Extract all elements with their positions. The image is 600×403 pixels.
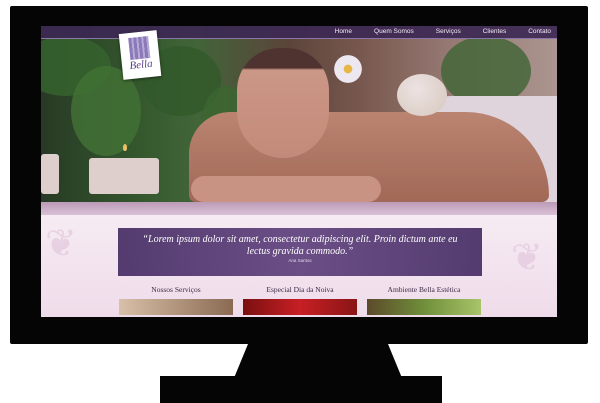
monitor-stand-neck (234, 344, 402, 378)
monitor-frame: Home Quem Somos Serviços Clientes Contat… (10, 6, 588, 344)
nav-item-contato[interactable]: Contato (528, 26, 551, 38)
monitor-stand-base (160, 376, 442, 403)
website-screen: Home Quem Somos Serviços Clientes Contat… (41, 26, 557, 317)
nav-item-clientes[interactable]: Clientes (483, 26, 506, 38)
section-dia-da-noiva[interactable]: Especial Dia da Noiva (243, 285, 357, 315)
decorative-swirl: ❦ (45, 223, 77, 265)
logo-text: Bella (128, 57, 154, 73)
nav-item-servicos[interactable]: Serviços (436, 26, 461, 38)
nav-item-home[interactable]: Home (335, 26, 352, 38)
content-area: ❦ ❦ “Lorem ipsum dolor sit amet, consect… (41, 215, 557, 317)
section-thumbnail[interactable] (243, 299, 357, 315)
nav-item-quem-somos[interactable]: Quem Somos (374, 26, 414, 38)
section-ambiente[interactable]: Ambiente Bella Estética (367, 285, 481, 315)
bella-logo[interactable]: Bella (118, 30, 162, 80)
section-title: Especial Dia da Noiva (266, 285, 334, 294)
logo-pillars-icon (128, 36, 151, 61)
section-nossos-servicos[interactable]: Nossos Serviços (119, 285, 233, 315)
testimonial-author: Ana Santos (288, 258, 312, 263)
hero-overlay (41, 26, 557, 215)
section-thumbnail[interactable] (367, 299, 481, 315)
section-title: Nossos Serviços (151, 285, 201, 294)
testimonial-text: “Lorem ipsum dolor sit amet, consectetur… (142, 234, 458, 257)
section-title: Ambiente Bella Estética (387, 285, 461, 294)
section-thumbnail[interactable] (119, 299, 233, 315)
decorative-swirl: ❦ (511, 237, 543, 279)
testimonial-box: “Lorem ipsum dolor sit amet, consectetur… (118, 228, 482, 276)
hero-banner (41, 26, 557, 215)
